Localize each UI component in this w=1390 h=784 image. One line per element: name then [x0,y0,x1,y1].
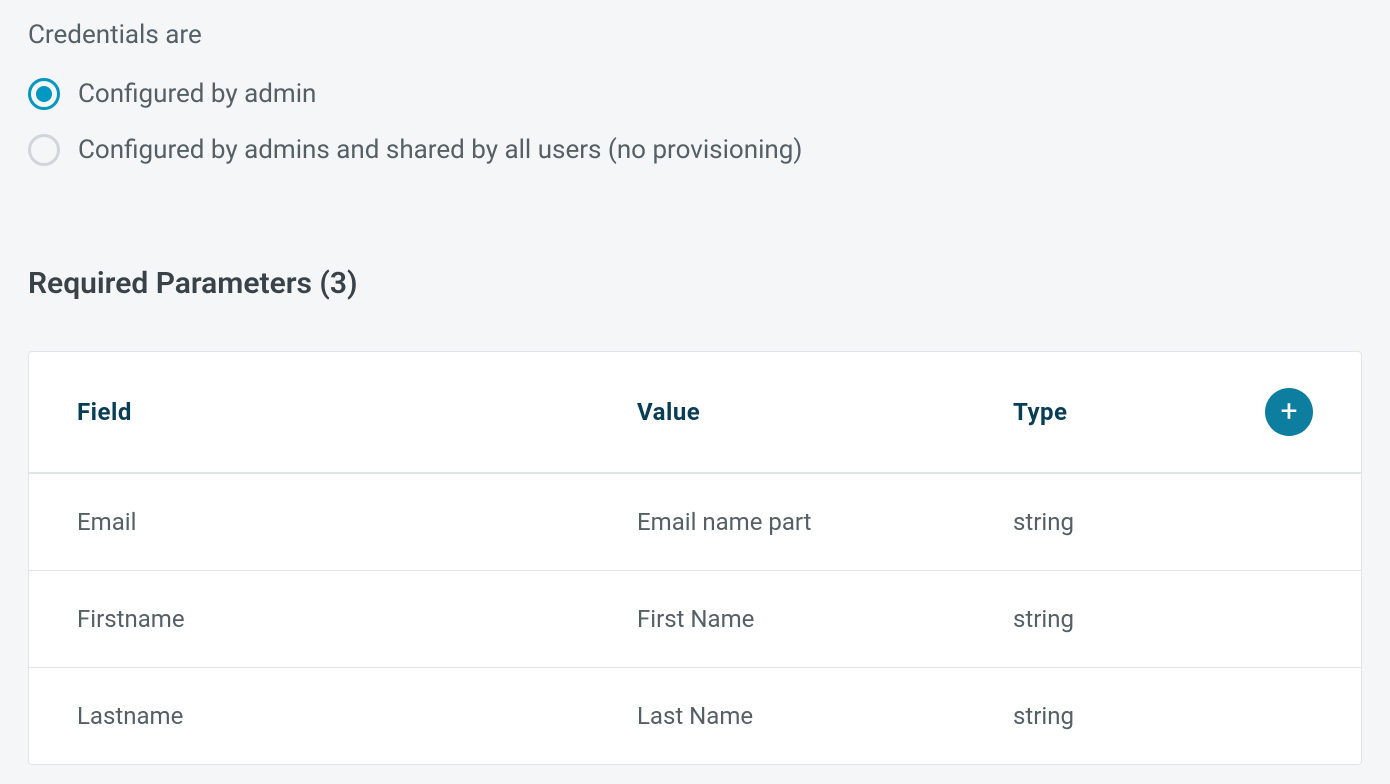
table-row[interactable]: Firstname First Name string [29,571,1361,668]
cell-type: string [1013,702,1265,730]
column-header-field: Field [77,398,637,426]
table-header-row: Field Value Type + [29,352,1361,474]
cell-field: Lastname [77,702,637,730]
column-header-action: + [1265,388,1313,436]
credentials-radio-group: Configured by admin Configured by admins… [28,78,1362,166]
cell-type: string [1013,605,1265,633]
column-header-value: Value [637,398,1013,426]
radio-option-shared[interactable]: Configured by admins and shared by all u… [28,134,1362,166]
cell-field: Email [77,508,637,536]
table-row[interactable]: Lastname Last Name string [29,668,1361,764]
radio-circle-icon [28,134,60,166]
cell-field: Firstname [77,605,637,633]
cell-value: Last Name [637,702,1013,730]
radio-circle-icon [28,78,60,110]
cell-value: First Name [637,605,1013,633]
table-row[interactable]: Email Email name part string [29,474,1361,571]
parameters-table: Field Value Type + Email Email name part… [28,351,1362,765]
add-parameter-button[interactable]: + [1265,388,1313,436]
parameters-section-title: Required Parameters (3) [28,266,1362,301]
radio-option-label: Configured by admins and shared by all u… [78,135,802,165]
cell-value: Email name part [637,508,1013,536]
cell-type: string [1013,508,1265,536]
table-body: Email Email name part string Firstname F… [29,474,1361,764]
credentials-label: Credentials are [28,20,1362,50]
column-header-type: Type [1013,398,1265,426]
radio-option-admin[interactable]: Configured by admin [28,78,1362,110]
plus-icon: + [1280,397,1297,427]
radio-option-label: Configured by admin [78,79,316,109]
radio-dot-icon [36,86,52,102]
